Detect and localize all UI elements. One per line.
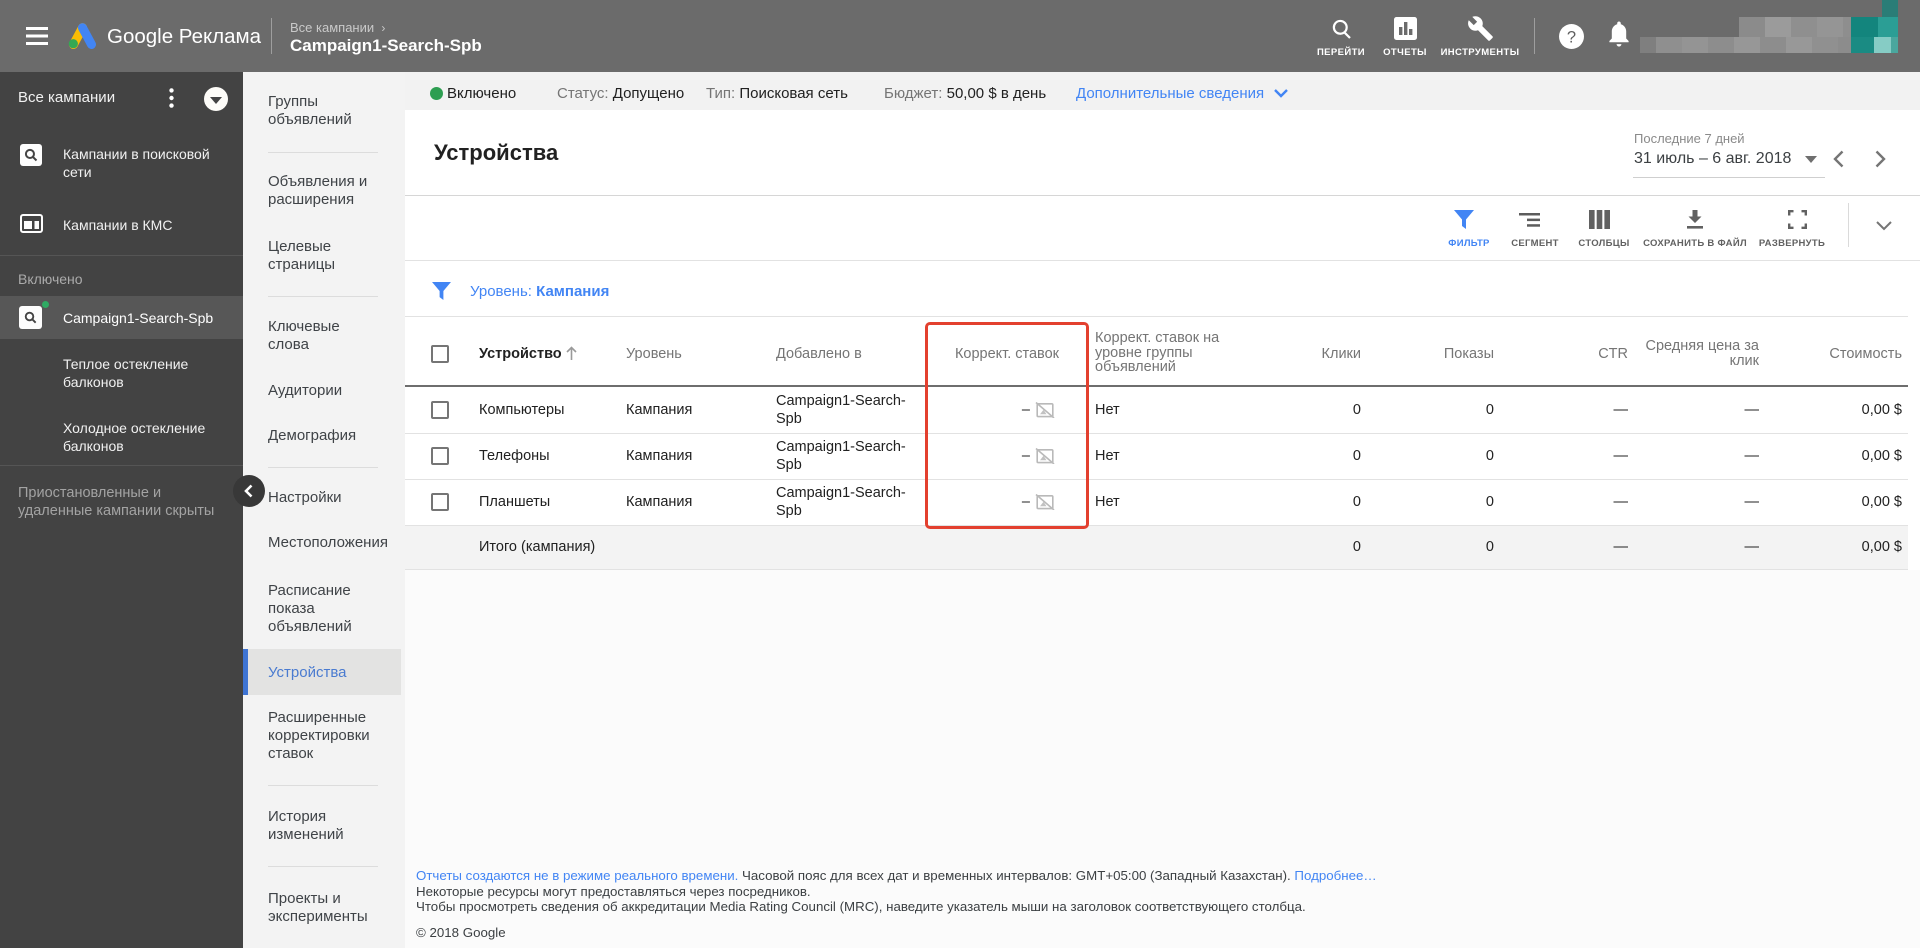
svg-text:?: ? — [1567, 29, 1576, 47]
